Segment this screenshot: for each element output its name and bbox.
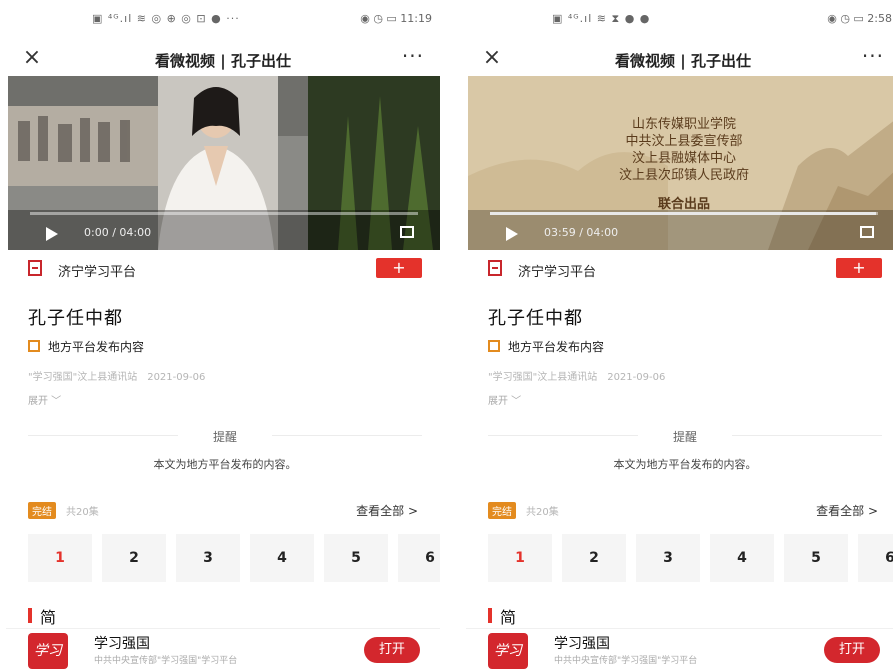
phone-screen-left: ▣ ⁴ᴳ.ıl ≋ ◎ ⊕ ◎ ⊡ ● ··· ◉ ◷ ▭ 11:19 × 看微… — [6, 0, 440, 669]
credit-line: 山东传媒职业学院 — [632, 116, 736, 132]
publisher-logo-icon — [488, 260, 502, 276]
more-icon[interactable]: ··· — [402, 44, 424, 68]
expand-toggle[interactable]: 展开 ﹀ — [488, 392, 521, 407]
source-label: 地方平台发布内容 — [508, 340, 605, 354]
episode-item[interactable]: 5 — [324, 534, 388, 582]
open-app-button[interactable]: 打开 — [364, 637, 420, 663]
publisher-name[interactable]: 济宁学习平台 — [58, 261, 136, 280]
episode-item[interactable]: 6 — [398, 534, 440, 582]
credit-line: 汶上县次邱镇人民政府 — [619, 167, 749, 183]
status-bar: ▣ ⁴ᴳ.ıl ≋ ⧗ ● ● ◉ ◷ ▭ 2:58 — [466, 0, 893, 40]
play-icon[interactable] — [46, 227, 58, 241]
article-source: "学习强国"汶上县通讯站 — [488, 372, 598, 383]
app-subtitle: 中共中央宣传部"学习强国"学习平台 — [94, 656, 238, 666]
phone-screen-right: ▣ ⁴ᴳ.ıl ≋ ⧗ ● ● ◉ ◷ ▭ 2:58 × 看微视频 | 孔子出仕… — [466, 0, 893, 669]
open-app-button[interactable]: 打开 — [824, 637, 880, 663]
episode-item[interactable]: 1 — [488, 534, 552, 582]
follow-button[interactable]: + — [376, 258, 422, 278]
notice-box: 提醒 本文为地方平台发布的内容。 — [488, 426, 882, 476]
article-title: 孔子任中都 — [488, 308, 583, 329]
episode-list: 1 2 3 4 5 6 — [28, 534, 440, 582]
page-title: 看微视频 | 孔子出仕 — [615, 52, 751, 70]
status-badge: 完结 — [28, 502, 56, 519]
source-label: 地方平台发布内容 — [48, 340, 145, 354]
fullscreen-icon[interactable] — [400, 226, 414, 238]
episode-count: 共20集 — [66, 507, 99, 518]
nav-bar: × 看微视频 | 孔子出仕 ··· — [6, 40, 440, 78]
publisher-name[interactable]: 济宁学习平台 — [518, 261, 596, 280]
episodes-header: 完结 共20集 查看全部 > — [28, 500, 422, 522]
episode-item[interactable]: 4 — [250, 534, 314, 582]
article-source: "学习强国"汶上县通讯站 — [28, 372, 138, 383]
status-icons: ▣ ⁴ᴳ.ıl ≋ ⧗ ● ● — [552, 12, 651, 25]
app-promo-bar: 学习 学习强国 中共中央宣传部"学习强国"学习平台 打开 — [6, 628, 440, 669]
local-platform-icon — [28, 340, 40, 352]
video-time: 03:59 / 04:00 — [544, 226, 619, 239]
page-title: 看微视频 | 孔子出仕 — [155, 52, 291, 70]
episode-list: 1 2 3 4 5 6 — [488, 534, 893, 582]
notice-text: 本文为地方平台发布的内容。 — [613, 458, 757, 471]
publisher-row[interactable]: 济宁学习平台 + — [466, 254, 893, 284]
video-controls: 03:59 / 04:00 — [468, 210, 893, 250]
notice-text: 本文为地方平台发布的内容。 — [153, 458, 297, 471]
xuexi-app-icon: 学习 — [28, 633, 68, 669]
see-all-link[interactable]: 查看全部 > — [816, 502, 878, 519]
episode-item[interactable]: 1 — [28, 534, 92, 582]
status-clock: ◉ ◷ ▭ 2:58 — [827, 12, 892, 25]
article-meta: "学习强国"汶上县通讯站 2021-09-06 — [488, 368, 665, 383]
see-all-link[interactable]: 查看全部 > — [356, 502, 418, 519]
app-promo-bar: 学习 学习强国 中共中央宣传部"学习强国"学习平台 打开 — [466, 628, 893, 669]
article-date: 2021-09-06 — [147, 372, 206, 383]
episode-item[interactable]: 4 — [710, 534, 774, 582]
app-name: 学习强国 — [94, 636, 150, 652]
nav-bar: × 看微视频 | 孔子出仕 ··· — [466, 40, 893, 78]
video-controls: 0:00 / 04:00 — [8, 210, 440, 250]
episode-item[interactable]: 2 — [102, 534, 166, 582]
progress-track[interactable] — [490, 212, 878, 215]
article-title: 孔子任中都 — [28, 308, 123, 329]
xuexi-app-icon: 学习 — [488, 633, 528, 669]
notice-title: 提醒 — [212, 430, 237, 444]
section-marker — [488, 608, 492, 623]
notice-box: 提醒 本文为地方平台发布的内容。 — [28, 426, 422, 476]
status-bar: ▣ ⁴ᴳ.ıl ≋ ◎ ⊕ ◎ ⊡ ● ··· ◉ ◷ ▭ 11:19 — [6, 0, 440, 40]
episode-count: 共20集 — [526, 507, 559, 518]
article-date: 2021-09-06 — [607, 372, 666, 383]
app-subtitle: 中共中央宣传部"学习强国"学习平台 — [554, 656, 698, 666]
article-meta: "学习强国"汶上县通讯站 2021-09-06 — [28, 368, 205, 383]
section-marker — [28, 608, 32, 623]
status-icons: ▣ ⁴ᴳ.ıl ≋ ◎ ⊕ ◎ ⊡ ● ··· — [92, 12, 240, 25]
episode-item[interactable]: 3 — [176, 534, 240, 582]
expand-toggle[interactable]: 展开 ﹀ — [28, 392, 61, 407]
publisher-logo-icon — [28, 260, 42, 276]
video-player[interactable]: 0:00 / 04:00 — [8, 76, 440, 250]
episode-item[interactable]: 5 — [784, 534, 848, 582]
progress-fill — [490, 212, 877, 215]
follow-button[interactable]: + — [836, 258, 882, 278]
play-icon[interactable] — [506, 227, 518, 241]
episode-item[interactable]: 2 — [562, 534, 626, 582]
app-name: 学习强国 — [554, 636, 610, 652]
status-clock: ◉ ◷ ▭ 11:19 — [360, 12, 432, 25]
video-time: 0:00 / 04:00 — [84, 226, 152, 239]
credit-line: 汶上县融媒体中心 — [632, 150, 736, 166]
video-player[interactable]: 山东传媒职业学院 中共汶上县委宣传部 汶上县融媒体中心 汶上县次邱镇人民政府 联合出品 … — [468, 76, 893, 250]
more-icon[interactable]: ··· — [862, 44, 884, 68]
episode-item[interactable]: 6 — [858, 534, 893, 582]
notice-title: 提醒 — [672, 430, 697, 444]
episode-item[interactable]: 3 — [636, 534, 700, 582]
publisher-row[interactable]: 济宁学习平台 + — [6, 254, 440, 284]
status-badge: 完结 — [488, 502, 516, 519]
local-platform-icon — [488, 340, 500, 352]
fullscreen-icon[interactable] — [860, 226, 874, 238]
episodes-header: 完结 共20集 查看全部 > — [488, 500, 882, 522]
progress-track[interactable] — [30, 212, 418, 215]
credit-line: 中共汶上县委宣传部 — [625, 133, 742, 149]
